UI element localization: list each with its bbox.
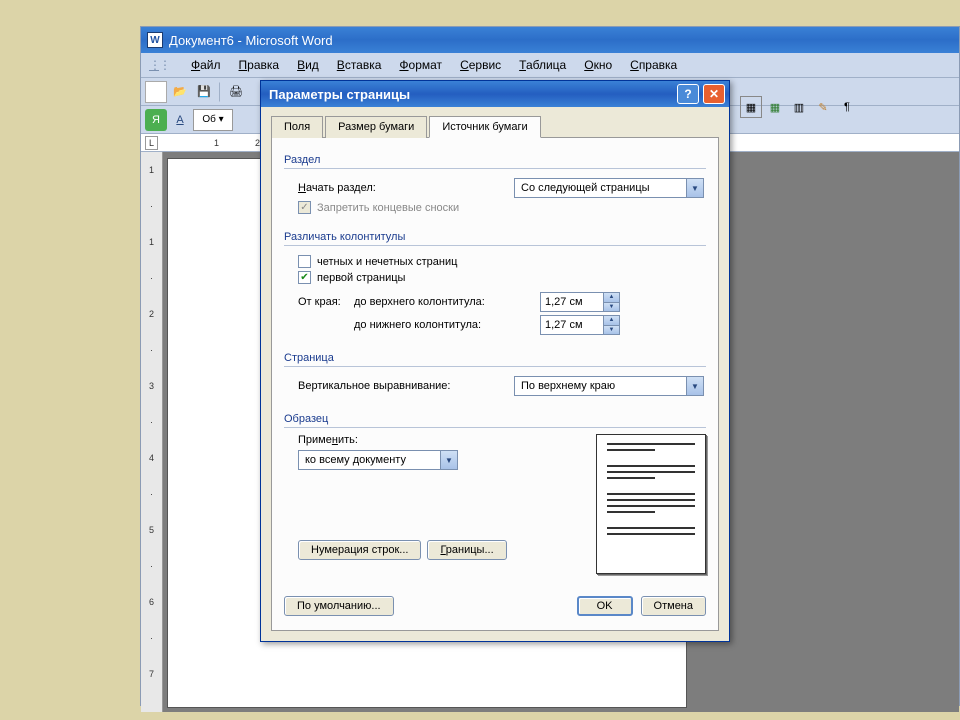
menu-insert[interactable]: Вставка [333, 56, 386, 74]
chevron-up-icon[interactable]: ▲ [604, 293, 619, 303]
apply-to-value: ко всему документу [299, 454, 440, 466]
chevron-up-icon[interactable]: ▲ [604, 316, 619, 326]
header-distance-spinner[interactable]: ▲▼ [540, 292, 620, 312]
right-toolbar-fragment: ▦ ▦ ▥ ✎ ¶ [740, 96, 858, 118]
page-setup-dialog: Параметры страницы ? ✕ Поля Размер бумаг… [260, 80, 730, 642]
word-title-text: Документ6 - Microsoft Word [169, 33, 333, 48]
start-section-label: ННачать раздел:ачать раздел: [298, 182, 508, 194]
open-icon[interactable]: 📂 [169, 81, 191, 103]
ruler-corner: L [145, 136, 158, 150]
columns-icon[interactable]: ▥ [788, 96, 810, 118]
odd-even-checkbox[interactable] [298, 255, 311, 268]
tab-paper-source[interactable]: Источник бумаги [429, 116, 540, 138]
new-doc-icon[interactable] [145, 81, 167, 103]
dialog-titlebar[interactable]: Параметры страницы ? ✕ [261, 81, 729, 107]
footer-distance-value[interactable] [541, 316, 603, 334]
valign-value: По верхнему краю [515, 380, 686, 392]
page-group-label: Страница [284, 352, 706, 364]
word-app-icon: W [147, 32, 163, 48]
menu-table[interactable]: Таблица [515, 56, 570, 74]
dialog-title-text: Параметры страницы [269, 87, 410, 102]
valign-label: Вертикальное выравнивание: [298, 380, 508, 392]
ok-button[interactable]: OK [577, 596, 633, 616]
page-preview [596, 434, 706, 574]
menu-window[interactable]: Окно [580, 56, 616, 74]
menu-tools[interactable]: Сервис [456, 56, 505, 74]
save-icon[interactable]: 💾 [193, 81, 215, 103]
cancel-button[interactable]: Отмена [641, 596, 706, 616]
tab-margins[interactable]: Поля [271, 116, 323, 138]
menu-format[interactable]: Формат [395, 56, 446, 74]
valign-combo[interactable]: По верхнему краю ▼ [514, 376, 704, 396]
start-section-value: Со следующей страницы [515, 182, 686, 194]
from-edge-label: От края: [298, 296, 348, 308]
chevron-down-icon[interactable]: ▼ [604, 326, 619, 335]
drawing-icon[interactable]: ✎ [812, 96, 834, 118]
header-distance-value[interactable] [541, 293, 603, 311]
menu-file[interactable]: Файл [187, 56, 225, 74]
first-page-checkbox[interactable]: ✔ [298, 271, 311, 284]
borders-button[interactable]: Границы... [427, 540, 506, 560]
table-icon[interactable]: ▦ [740, 96, 762, 118]
chevron-down-icon[interactable]: ▼ [604, 303, 619, 312]
preview-group-label: Образец [284, 413, 706, 425]
apply-to-combo[interactable]: ко всему документу ▼ [298, 450, 458, 470]
odd-even-label: четных и нечетных страниц [317, 256, 457, 268]
language-icon[interactable]: Я [145, 109, 167, 131]
suppress-endnotes-checkbox: ✓ [298, 201, 311, 214]
first-page-label: первой страницы [317, 272, 405, 284]
default-button[interactable]: По умолчанию... [284, 596, 394, 616]
apply-to-label: Применить: [298, 434, 566, 446]
menu-view[interactable]: Вид [293, 56, 323, 74]
print-icon[interactable]: 🖨 [225, 81, 247, 103]
menu-edit[interactable]: Правка [235, 56, 284, 74]
footer-distance-spinner[interactable]: ▲▼ [540, 315, 620, 335]
to-header-label: до верхнего колонтитула: [354, 296, 534, 308]
menu-help[interactable]: Справка [626, 56, 681, 74]
tab-paper-size[interactable]: Размер бумаги [325, 116, 427, 138]
excel-icon[interactable]: ▦ [764, 96, 786, 118]
chevron-down-icon: ▼ [440, 451, 457, 469]
to-footer-label: до нижнего колонтитула: [354, 319, 534, 331]
headers-group-label: Различать колонтитулы [284, 231, 706, 243]
show-hide-icon[interactable]: ¶ [836, 96, 858, 118]
toolbar-separator [219, 82, 221, 102]
chevron-down-icon: ▼ [686, 179, 703, 197]
start-section-combo[interactable]: Со следующей страницы ▼ [514, 178, 704, 198]
word-menubar: ⋮⋮ Файл Правка Вид Вставка Формат Сервис… [141, 53, 959, 78]
suppress-endnotes-label: Запретить концевые сноски [317, 202, 459, 214]
styles-icon[interactable]: A [169, 109, 191, 131]
vertical-ruler: 1 · 1 · 2 · 3 · 4 · 5 · 6 · 7 [141, 152, 163, 712]
style-dropdown[interactable]: Об ▾ [193, 109, 233, 131]
help-button[interactable]: ? [677, 84, 699, 104]
tab-panel: Раздел ННачать раздел:ачать раздел: Со с… [271, 138, 719, 631]
line-numbers-button[interactable]: Нумерация строк... [298, 540, 421, 560]
word-titlebar: W Документ6 - Microsoft Word [141, 27, 959, 53]
section-group-label: Раздел [284, 154, 706, 166]
close-button[interactable]: ✕ [703, 84, 725, 104]
dialog-tabs: Поля Размер бумаги Источник бумаги [271, 115, 719, 138]
chevron-down-icon: ▼ [686, 377, 703, 395]
menubar-grip-icon: ⋮⋮ [145, 56, 173, 74]
